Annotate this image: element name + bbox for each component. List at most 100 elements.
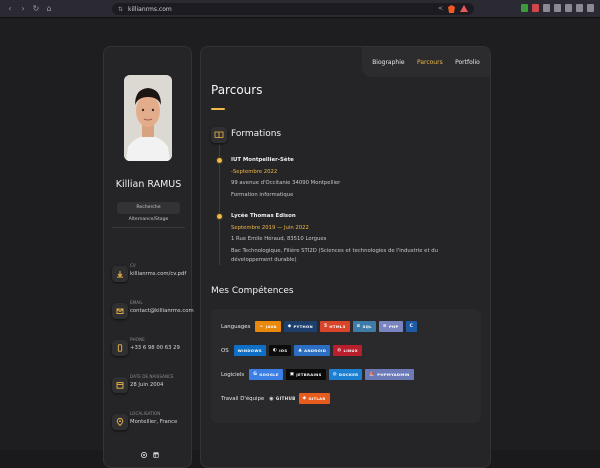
github-icon: ◉ xyxy=(269,395,274,402)
forward-icon[interactable]: › xyxy=(19,4,27,13)
gitlab-icon: ◆ xyxy=(302,396,307,401)
avatar xyxy=(124,75,172,161)
menu-icon[interactable] xyxy=(587,4,594,12)
brave-rewards-icon[interactable] xyxy=(460,5,468,12)
linux-icon: ◍ xyxy=(337,348,342,353)
email-link[interactable]: contact@killianrms.com xyxy=(130,308,194,314)
contact-label: LOCALISATION xyxy=(130,411,161,416)
timeline-dot xyxy=(217,214,222,219)
address-bar[interactable]: ⇅ killianrms.com < xyxy=(112,3,474,15)
formation-date: Septembre 2019 — Juin 2022 xyxy=(231,224,309,231)
cv-icon xyxy=(112,266,128,282)
skills-row-label: Logiciels xyxy=(221,371,245,378)
extension-icon[interactable] xyxy=(554,4,561,12)
skills-row-os: OS WINDOWS ◐ IOS ▲ ANDROID ◍ LINUX xyxy=(221,345,362,356)
badge-sql: ≡ SQL xyxy=(352,321,376,332)
tab-biographie[interactable]: Biographie xyxy=(372,59,404,66)
phpmyadmin-icon: ⛵ xyxy=(369,372,376,377)
badge-android: ▲ ANDROID xyxy=(294,345,331,356)
badge-label: WINDOWS xyxy=(237,348,262,353)
cv-link[interactable]: killianrms.com/cv.pdf xyxy=(130,271,186,277)
main-card: Biographie Parcours Portfolio Parcours F… xyxy=(200,46,491,468)
location-icon xyxy=(112,414,128,430)
tab-portfolio[interactable]: Portfolio xyxy=(455,59,480,66)
skills-row-label: OS xyxy=(221,347,229,354)
wallet-icon[interactable] xyxy=(576,4,583,12)
badge-label: LINUX xyxy=(343,348,358,353)
skills-row-label: Travail D'équipe xyxy=(221,395,265,402)
formation-school: IUT Montpellier-Sète xyxy=(231,157,294,163)
birthdate-value: 28 Juin 2004 xyxy=(130,382,164,388)
badge-docker: ◍ DOCKER xyxy=(328,369,363,380)
browser-toolbar: ‹ › ↻ ⌂ ⇅ killianrms.com < xyxy=(0,0,600,18)
share-icon[interactable]: < xyxy=(438,5,443,13)
badge-jetbrains: ▣ JETBRAINS xyxy=(285,369,326,380)
back-icon[interactable]: ‹ xyxy=(6,4,14,13)
skills-row-label: Languages xyxy=(221,323,251,330)
site-info-icon[interactable]: ⇅ xyxy=(118,6,123,13)
url-text: killianrms.com xyxy=(128,5,172,13)
php-icon: ⊙ xyxy=(382,324,387,329)
phone-icon xyxy=(112,340,128,356)
skills-card: Languages ☕ JAVA ◆ PYTHON 5 HTML5 ≡ SQL ⊙ PHP… xyxy=(211,309,481,423)
skills-heading: Mes Compétences xyxy=(211,286,294,296)
badge-label: GITHUB xyxy=(275,396,296,401)
formation-item: Lycée Thomas Edison Septembre 2019 — Jui… xyxy=(231,211,471,266)
extension-icon[interactable] xyxy=(521,4,528,12)
tab-parcours[interactable]: Parcours xyxy=(417,59,443,66)
phone-link[interactable]: +33 6 98 00 63 29 xyxy=(130,345,180,351)
formation-address: 99 avenue d'Occitanie 34090 Montpellier xyxy=(231,180,341,186)
contact-label: EMAIL xyxy=(130,300,143,305)
linkedin-icon[interactable] xyxy=(153,443,159,458)
reload-icon[interactable]: ↻ xyxy=(32,4,40,13)
formation-program: Formation informatique xyxy=(231,191,294,198)
badge-label: JETBRAINS xyxy=(296,372,322,377)
calendar-icon xyxy=(112,377,128,393)
status-badge: Recherche Alternance/Stage xyxy=(117,202,180,222)
badge-windows: WINDOWS xyxy=(233,345,266,356)
profile-name: Killian RAMUS xyxy=(115,179,182,190)
contact-label: PHONE xyxy=(130,337,145,342)
python-icon: ◆ xyxy=(287,324,292,329)
badge-python: ◆ PYTHON xyxy=(283,321,317,332)
mail-icon xyxy=(112,303,128,319)
badge-label: PYTHON xyxy=(293,324,313,329)
timeline-line xyxy=(219,145,220,265)
extension-icon[interactable] xyxy=(532,4,539,12)
badge-label: DOCKER xyxy=(338,372,359,377)
badge-label: HTML5 xyxy=(329,324,346,329)
google-icon: G xyxy=(253,372,258,377)
badge-label: SQL xyxy=(362,324,372,329)
social-links xyxy=(140,443,159,459)
badge-linux: ◍ LINUX xyxy=(333,345,362,356)
extension-icon[interactable] xyxy=(543,4,550,12)
badge-label: JAVA xyxy=(265,324,277,329)
docker-icon: ◍ xyxy=(332,372,337,377)
location-value: Montellier, France xyxy=(130,419,178,425)
badge-label: GOOGLE xyxy=(259,372,279,377)
page-title: Parcours xyxy=(211,83,263,97)
formations-heading: Formations xyxy=(231,129,282,139)
skills-row-logiciels: Logiciels G GOOGLE ▣ JETBRAINS ◍ DOCKER ⛵ PH… xyxy=(221,369,414,380)
badge-phpmyadmin: ⛵ PHPMYADMIN xyxy=(365,369,414,380)
contact-label: CV xyxy=(130,263,136,268)
badge-label: PHP xyxy=(388,324,399,329)
c-icon: C xyxy=(409,324,414,329)
extension-icon[interactable] xyxy=(565,4,572,12)
formation-item: IUT Montpellier-Sète -Septembre 2022 99 … xyxy=(231,155,481,201)
title-underline xyxy=(211,108,225,110)
badge-label: ANDROID xyxy=(304,348,327,353)
jetbrains-icon: ▣ xyxy=(289,372,295,377)
page: Killian RAMUS Recherche Alternance/Stage… xyxy=(0,18,600,468)
contact-location: LOCALISATION Montellier, France xyxy=(112,411,192,437)
contact-birthdate: DATE DE NAISSANCE 28 Juin 2004 xyxy=(112,374,192,400)
divider xyxy=(112,227,185,228)
brave-shield-icon[interactable] xyxy=(448,5,455,13)
badge-html5: 5 HTML5 xyxy=(319,321,350,332)
badge-ios: ◐ IOS xyxy=(268,345,292,356)
home-icon[interactable]: ⌂ xyxy=(45,4,53,13)
skills-row-languages: Languages ☕ JAVA ◆ PYTHON 5 HTML5 ≡ SQL ⊙ PHP… xyxy=(221,321,418,332)
html5-icon: 5 xyxy=(323,324,328,329)
github-icon[interactable] xyxy=(140,443,148,459)
badge-java: ☕ JAVA xyxy=(255,321,281,332)
